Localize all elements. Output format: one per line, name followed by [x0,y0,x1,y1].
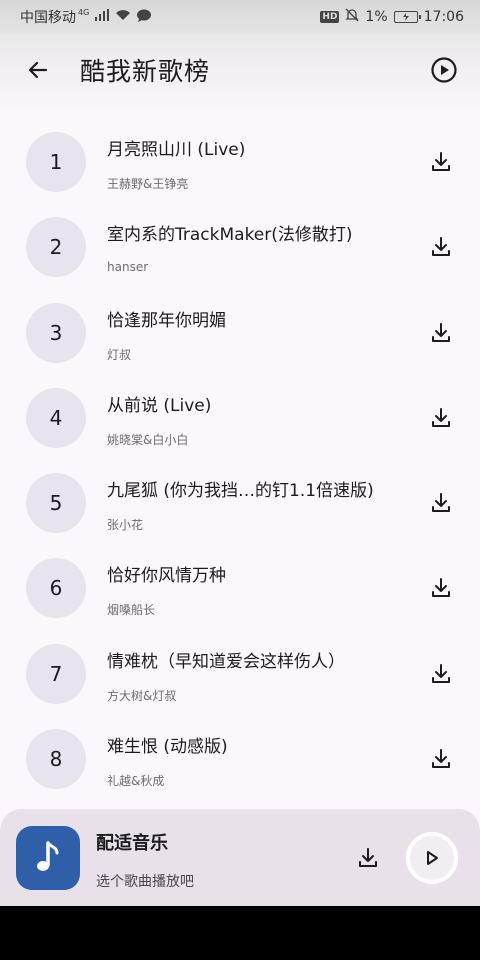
app-header: 酷我新歌榜 [0,34,480,110]
battery-percent: 1% [365,9,388,25]
rank-badge: 8 [26,729,86,790]
player-title: 配适音乐 [96,833,168,854]
arrow-left-icon [28,61,48,79]
back-button[interactable] [22,54,54,86]
album-art[interactable] [16,826,80,890]
list-item[interactable]: 8 难生恨 (动感版) 礼越&秋成 [0,717,480,802]
song-title: 从前说 (Live) [107,395,212,416]
download-button[interactable] [428,575,454,601]
song-title: 月亮照山川 (Live) [107,140,246,160]
song-title: 情难枕（早知道爱会这样伤人） [107,651,345,672]
download-button[interactable] [428,320,454,346]
song-title: 恰好你风情万种 [107,566,226,587]
list-item[interactable]: 2 室内系的TrackMaker(法修散打) hanser [0,205,480,290]
wifi-icon [115,9,131,25]
clock: 17:06 [423,9,464,25]
song-artist: 姚晓棠&白小白 [107,432,189,447]
song-artist: 王赫野&王铮亮 [107,177,189,191]
play-circle-icon [431,57,457,83]
song-title: 恰逢那年你明媚 [107,310,226,331]
download-button[interactable] [428,149,454,175]
download-icon [359,848,377,867]
list-item[interactable]: 7 情难枕（早知道爱会这样伤人） 方大树&灯叔 [0,632,480,717]
download-icon [432,663,450,683]
download-button[interactable] [428,661,454,687]
download-button[interactable] [428,490,454,516]
play-all-button[interactable] [428,54,460,86]
status-left: 中国移动 4G [20,7,152,27]
rank-badge: 1 [26,132,86,192]
song-title: 九尾狐 (你为我挡…的钉1.1倍速版) [107,481,374,502]
song-title: 难生恨 (动感版) [107,737,228,758]
network-type: 4G [78,7,90,17]
song-artist: 礼越&秋成 [107,774,165,789]
download-icon [432,407,450,427]
signal-icon [95,9,110,25]
download-button[interactable] [428,234,454,260]
download-icon [432,152,450,171]
download-icon [432,749,450,769]
song-artist: 烟嗓船长 [107,603,156,618]
download-icon [432,322,450,342]
song-artist: 张小花 [107,518,144,533]
player-download-button[interactable] [355,845,381,871]
page-title: 酷我新歌榜 [80,57,211,86]
rank-badge: 4 [26,387,86,448]
list-item[interactable]: 5 九尾狐 (你为我挡…的钉1.1倍速版) 张小花 [0,461,480,546]
download-button[interactable] [428,746,454,772]
list-item[interactable]: 4 从前说 (Live) 姚晓棠&白小白 [0,376,480,461]
status-bar: 中国移动 4G HD 1% 17:06 [0,0,480,34]
rank-badge: 6 [26,558,86,619]
mini-player[interactable]: 配适音乐 选个歌曲播放吧 [0,809,480,906]
mute-icon [345,8,359,26]
download-icon [432,493,450,513]
rank-badge: 3 [26,302,86,363]
song-artist: hanser [107,260,149,275]
hd-badge: HD [320,11,340,23]
rank-badge: 7 [26,643,86,704]
download-icon [432,237,450,257]
music-note-icon [37,841,59,871]
list-item[interactable]: 1 月亮照山川 (Live) 王赫野&王铮亮 [0,120,480,205]
play-icon [427,851,438,865]
rank-badge: 5 [26,473,86,534]
song-list: 1 月亮照山川 (Live) 王赫野&王铮亮 2 室内系的TrackMaker(… [0,120,480,802]
song-artist: 灯叔 [107,347,132,362]
song-artist: 方大树&灯叔 [107,688,177,703]
player-play-button[interactable] [406,832,458,884]
list-item[interactable]: 6 恰好你风情万种 烟嗓船长 [0,546,480,631]
download-icon [432,578,450,598]
song-title: 室内系的TrackMaker(法修散打) [107,225,353,246]
download-button[interactable] [428,405,454,431]
rank-badge: 2 [26,217,86,278]
status-right: HD 1% 17:06 [320,8,464,26]
player-subtitle: 选个歌曲播放吧 [96,874,194,890]
battery-icon [393,11,421,23]
carrier-label: 中国移动 [20,10,76,26]
system-nav-bar [0,906,480,960]
message-icon [137,9,152,26]
list-item[interactable]: 3 恰逢那年你明媚 灯叔 [0,291,480,376]
